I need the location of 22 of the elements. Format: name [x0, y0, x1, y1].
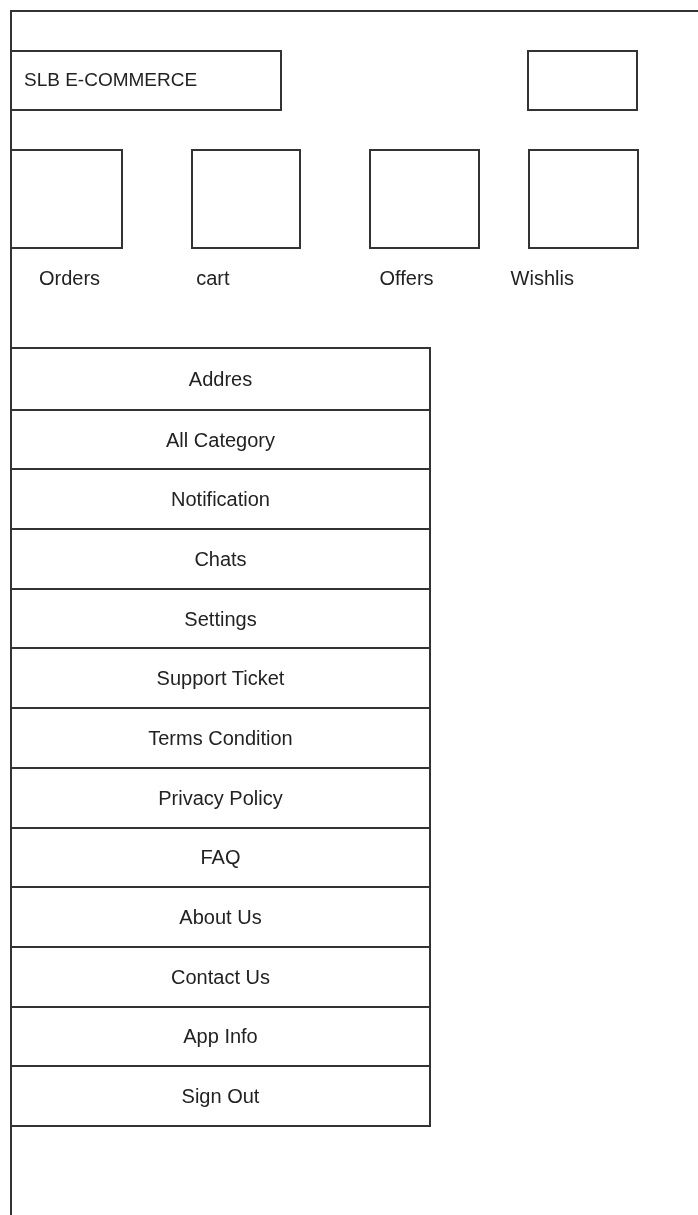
- tile-placeholder[interactable]: [528, 149, 639, 249]
- menu-item[interactable]: About Us: [12, 886, 429, 946]
- tile-placeholder[interactable]: [191, 149, 301, 249]
- menu-item[interactable]: Contact Us: [12, 945, 429, 1006]
- menu-item[interactable]: Support Ticket: [12, 647, 429, 708]
- menu-item[interactable]: FAQ: [12, 826, 429, 887]
- tile-label: Offers: [379, 266, 434, 291]
- menu-item[interactable]: Privacy Policy: [12, 766, 429, 827]
- app-title: SLB E-COMMERCE: [12, 50, 282, 111]
- menu-item[interactable]: Notification: [12, 468, 429, 529]
- menu-item[interactable]: Sign Out: [12, 1065, 429, 1125]
- menu-item[interactable]: Terms Condition: [12, 707, 429, 767]
- tile-label: cart: [196, 266, 230, 291]
- tile-label: Orders: [39, 266, 101, 291]
- tile-placeholder[interactable]: [12, 149, 123, 249]
- tile-placeholder[interactable]: [369, 149, 480, 249]
- menu-item[interactable]: Chats: [12, 528, 429, 588]
- menu-item[interactable]: Addres: [12, 349, 429, 409]
- tile-label: Wishlis: [510, 266, 574, 291]
- menu-item[interactable]: All Category: [12, 408, 429, 469]
- menu-item[interactable]: Settings: [12, 587, 429, 648]
- menu-item[interactable]: App Info: [12, 1005, 429, 1066]
